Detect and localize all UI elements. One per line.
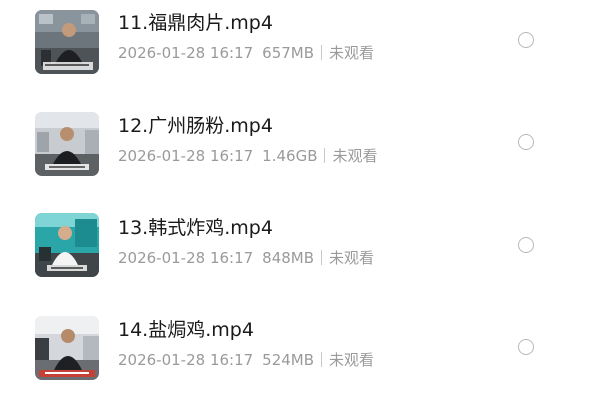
file-meta: 2026-01-28 16:17 657MB 未观看 [118, 43, 374, 63]
select-radio[interactable] [518, 32, 534, 48]
file-size: 848MB [262, 249, 315, 267]
watch-status: 未观看 [329, 351, 375, 369]
file-row[interactable]: 13.韩式炸鸡.mp4 2026-01-28 16:17 848MB 未观看 [0, 205, 589, 307]
file-meta: 2026-01-28 16:17 524MB 未观看 [118, 350, 374, 370]
file-name: 12.广州肠粉.mp4 [118, 115, 273, 137]
file-row[interactable]: 12.广州肠粉.mp4 2026-01-28 16:17 1.46GB 未观看 [0, 103, 589, 205]
file-row[interactable]: 11.福鼎肉片.mp4 2026-01-28 16:17 657MB 未观看 [0, 0, 589, 102]
file-name: 14.盐焗鸡.mp4 [118, 319, 254, 341]
file-date: 2026-01-28 16:17 [118, 351, 254, 369]
watch-status: 未观看 [329, 44, 375, 62]
select-radio[interactable] [518, 134, 534, 150]
file-size: 524MB [262, 351, 315, 369]
file-meta: 2026-01-28 16:17 848MB 未观看 [118, 248, 374, 268]
file-name: 13.韩式炸鸡.mp4 [118, 217, 273, 239]
select-radio[interactable] [518, 237, 534, 253]
file-size: 1.46GB [262, 147, 318, 165]
video-thumbnail[interactable] [35, 213, 99, 277]
video-thumbnail[interactable] [35, 316, 99, 380]
file-name: 11.福鼎肉片.mp4 [118, 12, 273, 34]
file-date: 2026-01-28 16:17 [118, 249, 254, 267]
file-date: 2026-01-28 16:17 [118, 44, 254, 62]
meta-divider [324, 148, 326, 163]
meta-divider [321, 352, 323, 367]
video-thumbnail[interactable] [35, 10, 99, 74]
file-size: 657MB [262, 44, 315, 62]
meta-divider [321, 45, 323, 60]
video-thumbnail[interactable] [35, 112, 99, 176]
meta-divider [321, 250, 323, 265]
select-radio[interactable] [518, 339, 534, 355]
watch-status: 未观看 [332, 147, 378, 165]
video-file-list: 11.福鼎肉片.mp4 2026-01-28 16:17 657MB 未观看 12.… [0, 0, 589, 415]
file-meta: 2026-01-28 16:17 1.46GB 未观看 [118, 146, 378, 166]
file-date: 2026-01-28 16:17 [118, 147, 254, 165]
file-row[interactable]: 14.盐焗鸡.mp4 2026-01-28 16:17 524MB 未观看 [0, 307, 589, 409]
watch-status: 未观看 [329, 249, 375, 267]
